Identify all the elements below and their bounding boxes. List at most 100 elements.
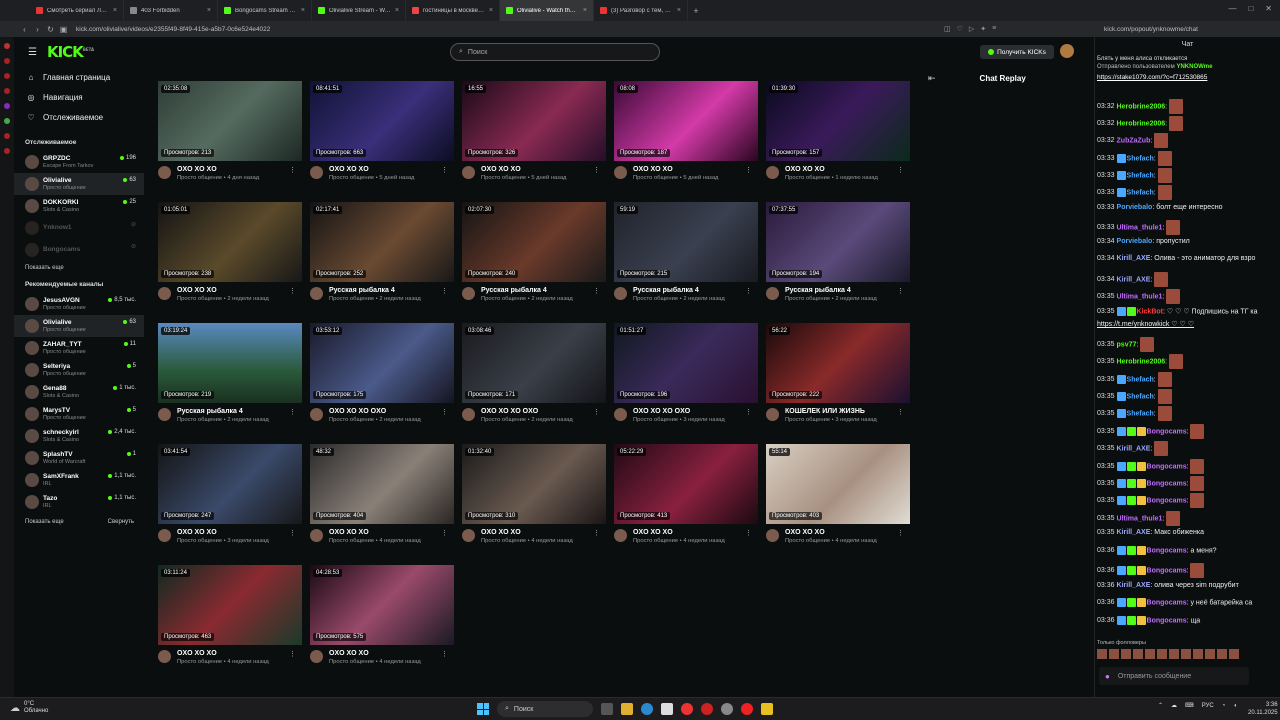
video-card[interactable]: 03:53:12 Просмотров: 175 OXO XO XO OXO Прос…	[310, 323, 454, 425]
video-title[interactable]: OXO XO XO	[329, 529, 421, 537]
more-options-icon[interactable]: ⋮	[289, 408, 296, 416]
video-thumbnail[interactable]: 03:53:12 Просмотров: 175	[310, 323, 454, 403]
video-title[interactable]: Русская рыбалка 4	[481, 287, 573, 295]
more-options-icon[interactable]: ⋮	[441, 166, 448, 174]
video-title[interactable]: Русская рыбалка 4	[633, 287, 725, 295]
avatar[interactable]	[766, 408, 779, 421]
sidebar-app-icon[interactable]	[4, 118, 10, 124]
chat-username[interactable]: Herobrine2006	[1117, 358, 1166, 365]
video-title[interactable]: OXO XO XO	[481, 529, 573, 537]
channel-item[interactable]: DOKKORKI Slots & Casino 25	[14, 195, 144, 217]
avatar[interactable]	[158, 408, 171, 421]
chat-username[interactable]: Shefach	[1127, 189, 1154, 196]
hamburger-icon[interactable]: ☰	[28, 47, 37, 58]
avatar[interactable]	[614, 408, 627, 421]
new-tab-button[interactable]: +	[688, 6, 704, 16]
start-icon[interactable]	[477, 703, 489, 715]
task-view-icon[interactable]	[601, 703, 613, 715]
video-card[interactable]: 01:05:01 Просмотров: 238 OXO XO XO Просто о…	[158, 202, 302, 304]
video-card[interactable]: 05:22:29 Просмотров: 413 OXO XO XO Просто о…	[614, 444, 758, 546]
channel-item[interactable]: SplashTV World of Warcraft 1	[14, 447, 144, 469]
emote-icon[interactable]	[1157, 649, 1167, 659]
chat-username[interactable]: Shefach	[1127, 155, 1154, 162]
channel-item[interactable]: SamXFrank IRL 1,1 тыс.	[14, 469, 144, 491]
chat-username[interactable]: Bongocams	[1147, 617, 1187, 624]
video-thumbnail[interactable]: 01:05:01 Просмотров: 238	[158, 202, 302, 282]
emote-icon[interactable]	[1121, 649, 1131, 659]
more-options-icon[interactable]: ⋮	[745, 166, 752, 174]
video-thumbnail[interactable]: 07:37:55 Просмотров: 194	[766, 202, 910, 282]
video-thumbnail[interactable]: 03:08:46 Просмотров: 171	[462, 323, 606, 403]
video-title[interactable]: OXO XO XO	[633, 166, 718, 174]
video-thumbnail[interactable]: 08:41:51 Просмотров: 663	[310, 81, 454, 161]
video-card[interactable]: 03:41:54 Просмотров: 247 OXO XO XO Просто о…	[158, 444, 302, 546]
video-title[interactable]: OXO XO XO	[177, 166, 259, 174]
video-title[interactable]: OXO XO XO	[633, 529, 725, 537]
video-card[interactable]: 48:32 Просмотров: 404 OXO XO XO Просто обще…	[310, 444, 454, 546]
chat-username[interactable]: Ultima_thule1	[1117, 224, 1163, 231]
channel-item[interactable]: JesusAVGN Просто общение 8,5 тыс.	[14, 293, 144, 315]
chat-username[interactable]: Shefach	[1127, 376, 1154, 383]
tab-close-icon[interactable]: ×	[583, 7, 587, 14]
menu-icon[interactable]: ≡	[992, 25, 996, 33]
app-icon[interactable]	[701, 703, 713, 715]
search-input[interactable]: ⌕ Поиск	[450, 43, 660, 61]
emote-icon[interactable]	[1181, 649, 1191, 659]
video-card[interactable]: 01:39:30 Просмотров: 157 OXO XO XO Просто о…	[766, 81, 910, 183]
chat-username[interactable]: Bongocams	[1147, 567, 1187, 574]
video-title[interactable]: OXO XO XO	[329, 166, 414, 174]
video-title[interactable]: OXO XO XO	[785, 166, 878, 174]
chat-username[interactable]: Herobrine2006	[1117, 120, 1166, 127]
more-options-icon[interactable]: ⋮	[593, 166, 600, 174]
video-title[interactable]: OXO XO XO	[785, 529, 877, 537]
store-icon[interactable]	[661, 703, 673, 715]
chat-username[interactable]: Bongocams	[1147, 599, 1187, 606]
chat-username[interactable]: Bongocams	[1147, 547, 1187, 554]
more-options-icon[interactable]: ⋮	[897, 166, 904, 174]
more-options-icon[interactable]: ⋮	[441, 650, 448, 658]
show-more-following[interactable]: Показать еще	[14, 261, 144, 275]
more-options-icon[interactable]: ⋮	[441, 287, 448, 295]
video-title[interactable]: OXO XO XO OXO	[329, 408, 421, 416]
video-card[interactable]: 03:08:46 Просмотров: 171 OXO XO XO OXO Прос…	[462, 323, 606, 425]
chat-username[interactable]: Bongocams	[1147, 428, 1187, 435]
channel-item[interactable]: Gena88 Slots & Casino 1 тыс.	[14, 381, 144, 403]
taskbar-search[interactable]: ⌕ Поиск	[497, 701, 593, 717]
avatar[interactable]	[310, 529, 323, 542]
file-explorer-icon[interactable]	[621, 703, 633, 715]
sidebar-app-icon[interactable]	[4, 148, 10, 154]
get-kicks-button[interactable]: Получить KICKs	[980, 45, 1054, 59]
maximize-icon[interactable]: □	[1248, 4, 1253, 13]
emote-icon[interactable]	[1169, 649, 1179, 659]
yandex-icon[interactable]	[681, 703, 693, 715]
more-options-icon[interactable]: ⋮	[745, 287, 752, 295]
video-title[interactable]: OXO XO XO OXO	[633, 408, 725, 416]
video-thumbnail[interactable]: 02:35:08 Просмотров: 213	[158, 81, 302, 161]
tab-close-icon[interactable]: ×	[113, 7, 117, 14]
tab-close-icon[interactable]: ×	[395, 7, 399, 14]
collapse-chat-icon[interactable]: ⇤	[928, 73, 936, 84]
user-avatar[interactable]	[1060, 44, 1074, 58]
more-options-icon[interactable]: ⋮	[289, 287, 296, 295]
emote-icon[interactable]	[1229, 649, 1239, 659]
bookmark-icon[interactable]: ♡	[957, 25, 963, 33]
video-title[interactable]: OXO XO XO	[177, 650, 269, 658]
video-thumbnail[interactable]: 02:17:41 Просмотров: 252	[310, 202, 454, 282]
video-thumbnail[interactable]: 55:14 Просмотров: 403	[766, 444, 910, 524]
chevron-up-icon[interactable]: ⌃	[1158, 702, 1163, 709]
wifi-icon[interactable]: ◔	[1222, 703, 1226, 709]
chat-username[interactable]: Herobrine2006	[1117, 103, 1166, 110]
video-card[interactable]: 03:19:24 Просмотров: 219 Русская рыбалка 4…	[158, 323, 302, 425]
sidebar-app-icon[interactable]	[4, 58, 10, 64]
keyboard-icon[interactable]: ⌨	[1185, 702, 1194, 709]
video-thumbnail[interactable]: 08:08 Просмотров: 187	[614, 81, 758, 161]
avatar[interactable]	[310, 287, 323, 300]
tab-close-icon[interactable]: ×	[207, 7, 211, 14]
browser-tab[interactable]: Olivialive - Watch the VO ×	[500, 0, 594, 21]
emote-icon[interactable]	[1205, 649, 1215, 659]
chat-username[interactable]: Bongocams	[1147, 480, 1187, 487]
avatar[interactable]	[462, 408, 475, 421]
chat-username[interactable]: Ultima_thule1	[1117, 293, 1163, 300]
url-field[interactable]: kick.com/olivialive/videos/e2355f49-8f49…	[76, 26, 270, 33]
avatar[interactable]	[614, 166, 627, 179]
